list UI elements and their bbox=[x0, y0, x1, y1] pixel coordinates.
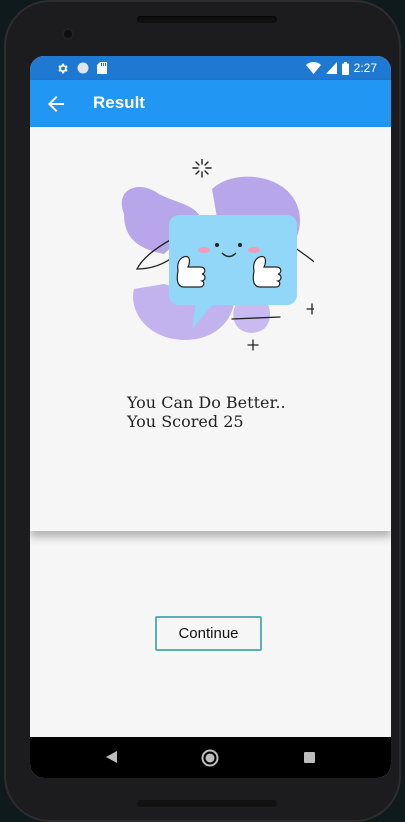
status-bar: 2:27 bbox=[30, 56, 391, 80]
battery-icon bbox=[341, 61, 349, 75]
nav-recent-apps-icon[interactable] bbox=[304, 752, 315, 763]
sparkle-icon bbox=[192, 159, 212, 178]
thumbs-up-chat-bubble-illustration bbox=[121, 159, 314, 351]
nav-home-icon[interactable] bbox=[201, 749, 219, 767]
nav-back-icon[interactable] bbox=[104, 750, 118, 764]
circle-icon bbox=[77, 62, 89, 74]
result-feedback-text: You Can Do Better.. bbox=[127, 393, 286, 412]
back-button[interactable] bbox=[44, 92, 68, 116]
screen: 2:27 Result You Can Do Better.. You Scor… bbox=[30, 56, 391, 778]
app-bar: Result bbox=[30, 80, 391, 127]
status-time: 2:27 bbox=[353, 61, 377, 75]
gear-icon bbox=[58, 63, 68, 73]
result-score-text: You Scored 25 bbox=[127, 412, 244, 431]
earpiece-speaker bbox=[137, 16, 277, 23]
arrow-back-icon bbox=[48, 96, 64, 112]
phone-frame: 2:27 Result You Can Do Better.. You Scor… bbox=[4, 0, 401, 822]
system-nav-bar bbox=[30, 737, 391, 778]
sd-card-icon bbox=[97, 62, 107, 74]
bottom-speaker bbox=[137, 800, 277, 807]
page-title: Result bbox=[93, 93, 145, 112]
wifi-icon bbox=[305, 62, 321, 74]
result-card: You Can Do Better.. You Scored 25 bbox=[30, 127, 391, 531]
front-camera bbox=[62, 28, 74, 40]
continue-button[interactable]: Continue bbox=[155, 616, 262, 651]
signal-icon bbox=[325, 62, 337, 74]
result-message: You Can Do Better.. You Scored 25 bbox=[127, 393, 377, 431]
